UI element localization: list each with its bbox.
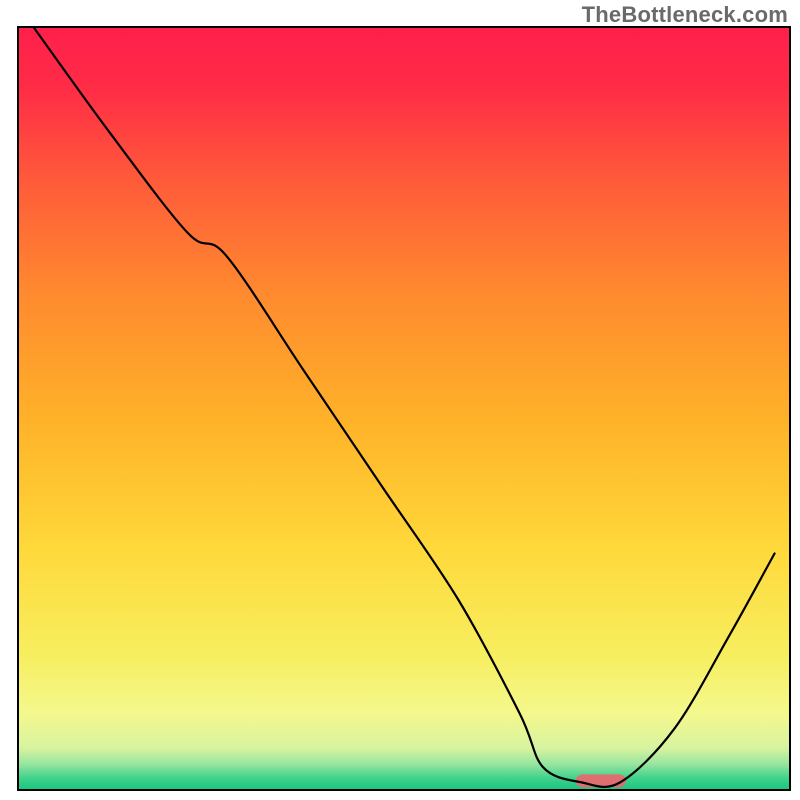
plot-gradient-fill xyxy=(18,27,790,790)
watermark-text: TheBottleneck.com xyxy=(582,2,788,28)
optimal-marker xyxy=(576,774,626,787)
chart-stage: TheBottleneck.com xyxy=(0,0,800,800)
bottleneck-chart xyxy=(0,0,800,800)
